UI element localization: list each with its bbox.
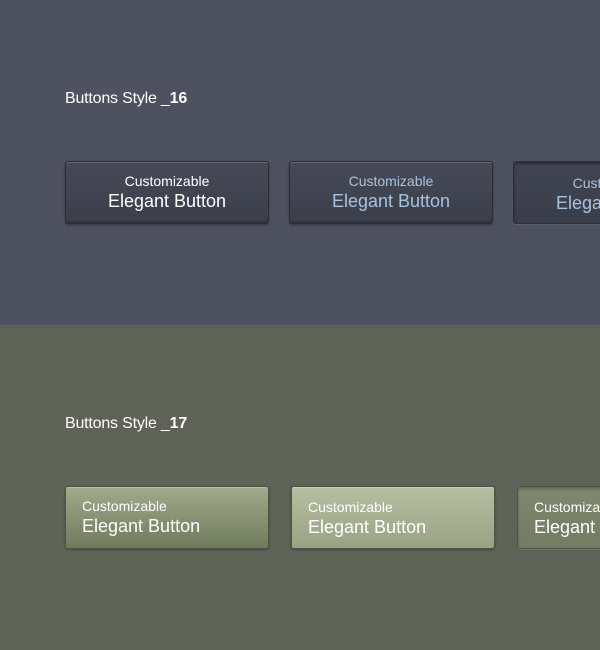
section-title-number: 16 xyxy=(169,90,188,107)
buttons-style-17-section: Buttons Style _17 Customizable Elegant B… xyxy=(0,325,600,650)
button-caption-large: Elegant Button xyxy=(107,191,227,211)
elegant-button-normal[interactable]: Customizable Elegant Button xyxy=(65,486,269,549)
button-caption-large: Elegant Button xyxy=(82,516,201,536)
elegant-button-normal[interactable]: Customizable Elegant Button xyxy=(65,161,269,224)
button-caption-large: Elegant Button xyxy=(555,193,600,213)
button-caption-small: Customizable xyxy=(534,499,600,515)
section-title: Buttons Style _16 xyxy=(65,90,187,108)
button-caption-small: Customizable xyxy=(124,173,210,189)
button-caption-small: Customizable xyxy=(82,498,167,514)
button-caption-small: Customizable xyxy=(572,175,600,191)
section-title-prefix: Buttons Style _ xyxy=(65,415,170,432)
button-caption-large: Elegant Button xyxy=(534,517,600,537)
button-caption-large: Elegant Button xyxy=(308,517,427,537)
button-caption-small: Customizable xyxy=(348,173,434,189)
button-caption-small: Customizable xyxy=(308,499,393,515)
elegant-button-hover[interactable]: Customizable Elegant Button xyxy=(289,161,493,224)
elegant-button-hover[interactable]: Customizable Elegant Button xyxy=(291,486,495,549)
buttons-style-16-section: Buttons Style _16 Customizable Elegant B… xyxy=(0,0,600,325)
section-title-prefix: Buttons Style _ xyxy=(65,90,170,107)
button-caption-large: Elegant Button xyxy=(331,191,451,211)
elegant-button-pressed[interactable]: Customizable Elegant Button xyxy=(517,486,600,549)
elegant-button-pressed[interactable]: Customizable Elegant Button xyxy=(513,161,600,224)
section-title: Buttons Style _17 xyxy=(65,415,187,433)
section-title-number: 17 xyxy=(169,415,188,432)
